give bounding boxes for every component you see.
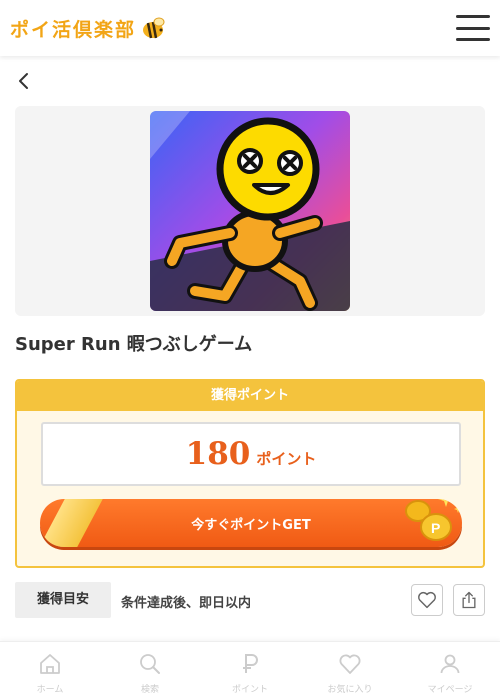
points-card-header: 獲得ポイント <box>17 381 483 411</box>
points-value: 180 <box>185 436 251 472</box>
points-box: 180 ポイント <box>41 422 461 486</box>
header: ポイ活倶楽部 <box>0 0 500 56</box>
hamburger-menu-icon[interactable] <box>456 15 490 41</box>
running-yellow-character-icon <box>150 111 350 311</box>
get-points-button[interactable]: 今すぐポイントGET P <box>40 499 462 547</box>
svg-text:P: P <box>431 520 440 536</box>
logo[interactable]: ポイ活倶楽部 <box>10 15 166 42</box>
condition-label: 獲得目安 <box>15 582 111 618</box>
nav-item-point[interactable]: ポイント <box>200 642 300 700</box>
nav-item-search[interactable]: 検索 <box>100 642 200 700</box>
nav-item-mypage[interactable]: マイページ <box>400 642 500 700</box>
point-icon <box>243 654 258 673</box>
logo-text: ポイ活倶楽部 <box>10 18 137 41</box>
get-points-button-label: 今すぐポイントGET <box>191 517 311 533</box>
menu-line <box>456 15 490 18</box>
button-stripe <box>40 499 105 547</box>
nav-label: お気に入り <box>327 685 373 695</box>
nav-label: 検索 <box>140 685 159 695</box>
points-unit: ポイント <box>256 449 317 468</box>
nav-item-home[interactable]: ホーム <box>0 642 100 700</box>
heart-icon <box>339 654 361 674</box>
nav-label: マイページ <box>427 685 473 695</box>
coins-icon: P <box>405 499 462 541</box>
bottom-nav: ホーム 検索 ポイント お気に入り マイページ <box>0 641 500 700</box>
points-card: 獲得ポイント 180 ポイント 今すぐポイントGET P <box>15 379 485 568</box>
nav-label: ポイント <box>231 685 268 695</box>
home-icon <box>40 654 60 674</box>
back-button[interactable] <box>14 70 36 92</box>
app-title: Super Run 暇つぶしゲーム <box>15 334 253 355</box>
condition-text: 条件達成後、即日以内 <box>121 596 252 611</box>
heart-icon <box>418 591 436 609</box>
nav-item-favorites[interactable]: お気に入り <box>300 642 400 700</box>
search-icon <box>140 654 160 674</box>
nav-label: ホーム <box>36 685 64 695</box>
page: ポイ活倶楽部 Super Run 暇つぶしゲーム 獲得ポイント 180 ポイント… <box>0 0 500 700</box>
menu-line <box>456 38 490 41</box>
user-icon <box>440 654 460 674</box>
share-icon <box>462 591 476 609</box>
favorite-button[interactable] <box>411 584 443 616</box>
share-button[interactable] <box>453 584 485 616</box>
menu-line <box>456 26 490 30</box>
chevron-left-icon <box>19 73 28 89</box>
app-icon <box>150 111 350 311</box>
app-image-area <box>15 106 485 316</box>
bee-icon <box>143 17 165 39</box>
